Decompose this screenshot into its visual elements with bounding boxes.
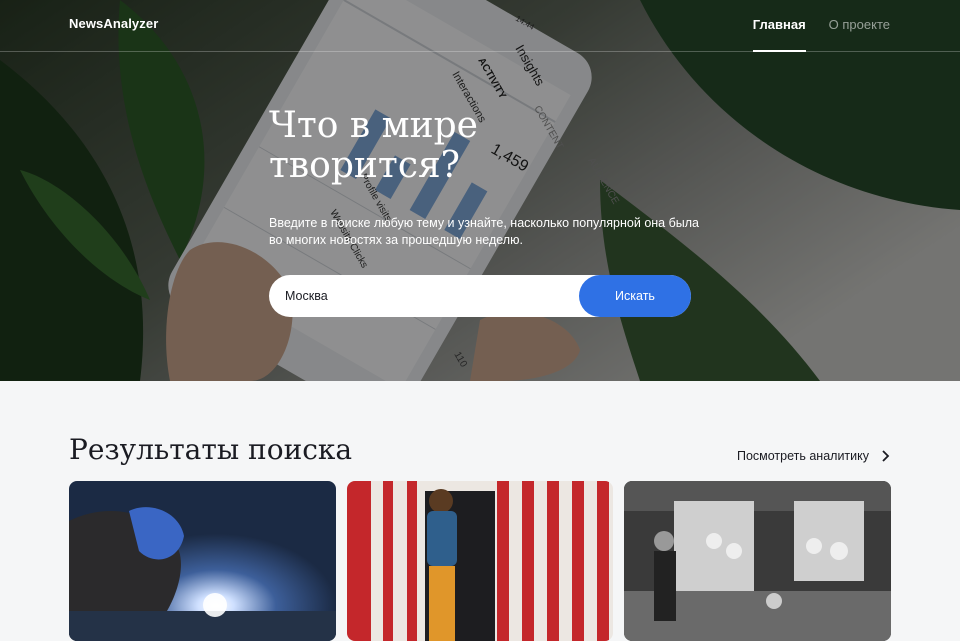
analytics-link[interactable]: Посмотреть аналитику bbox=[737, 449, 890, 463]
site-header: NewsAnalyzer Главная О проекте bbox=[0, 0, 960, 52]
hero-section: 14:44 Insights ACTIVITY CONTENT AUDIENCE… bbox=[0, 0, 960, 381]
results-cards bbox=[69, 481, 892, 641]
logo[interactable]: NewsAnalyzer bbox=[69, 16, 158, 31]
main-nav: Главная О проекте bbox=[752, 0, 890, 52]
news-card-image-man-at-door bbox=[346, 481, 614, 641]
nav-item-home[interactable]: Главная bbox=[752, 0, 806, 52]
chevron-right-icon bbox=[882, 450, 890, 462]
news-card-image-village-photo bbox=[624, 481, 892, 641]
nav-item-about[interactable]: О проекте bbox=[829, 0, 890, 52]
search-input[interactable] bbox=[269, 275, 579, 317]
news-card[interactable] bbox=[624, 481, 892, 641]
news-card-image-welder bbox=[69, 481, 336, 641]
hero-title: Что в мире творится? bbox=[269, 105, 478, 186]
search-form: Искать bbox=[269, 275, 691, 317]
news-card[interactable] bbox=[346, 481, 614, 641]
results-title: Результаты поиска bbox=[69, 433, 353, 466]
news-card[interactable] bbox=[69, 481, 336, 641]
hero-subtitle: Введите в поиске любую тему и узнайте, н… bbox=[269, 216, 699, 247]
hero-overlay bbox=[0, 0, 960, 381]
search-button[interactable]: Искать bbox=[579, 275, 691, 317]
analytics-link-label: Посмотреть аналитику bbox=[736, 449, 869, 463]
